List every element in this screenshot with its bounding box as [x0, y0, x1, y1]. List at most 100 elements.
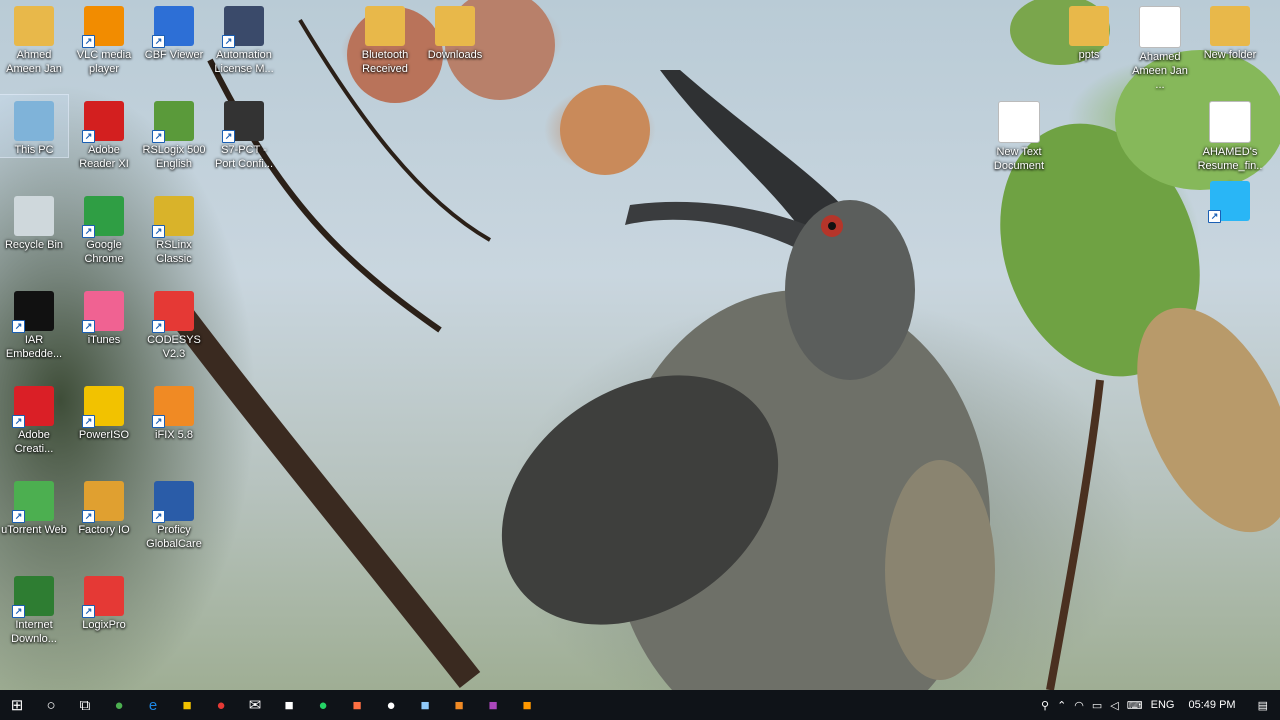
desktop-icon-factory-io[interactable]: ↗ Factory IO: [70, 475, 138, 537]
shortcut-arrow-icon: ↗: [12, 320, 25, 333]
shortcut-arrow-icon: ↗: [82, 415, 95, 428]
factory-io-icon: ↗: [82, 481, 124, 523]
bluetooth-folder-icon: [365, 6, 405, 46]
desktop-icon-cbf-viewer[interactable]: ↗ CBF Viewer: [140, 0, 208, 62]
shortcut-arrow-icon: ↗: [12, 415, 25, 428]
desktop-icon-shortcut[interactable]: ↗: [1196, 175, 1264, 223]
language-indicator[interactable]: ENG: [1147, 699, 1179, 711]
notification-icon[interactable]: ▤: [1246, 699, 1280, 712]
desktop-icon-ifix-5-8[interactable]: ↗ iFIX 5.8: [140, 380, 208, 442]
pdf-icon: [1139, 6, 1181, 48]
shortcut-arrow-icon: ↗: [152, 130, 165, 143]
taskbar-chrome-button[interactable]: ●: [204, 690, 238, 720]
desktop-icon-label: LogixPro: [82, 619, 126, 631]
taskbar-whatsapp-button[interactable]: ●: [306, 690, 340, 720]
taskbar-notepad-button[interactable]: ■: [408, 690, 442, 720]
desktop-icon-this-pc[interactable]: This PC: [0, 94, 69, 158]
proficy-icon: ↗: [152, 481, 194, 523]
desktop-icon-ahamed-s-resume-fin[interactable]: AHAMED's Resume_fin...: [1196, 95, 1264, 187]
volume-icon[interactable]: ◁: [1106, 699, 1122, 712]
desktop-icon-label: This PC: [14, 144, 54, 156]
desktop-icon-adobe-creati[interactable]: ↗ Adobe Creati...: [0, 380, 68, 456]
system-tray: ⚲ ⌃ ◠ ▭ ◁ ⌨ ENG 05:49 PM ▤: [1037, 690, 1280, 720]
desktop-icon-rslogix-500-english[interactable]: ↗ RSLogix 500 English: [140, 95, 208, 171]
wifi-icon[interactable]: ◠: [1070, 699, 1088, 712]
notepad-icon: ■: [420, 696, 430, 714]
desktop-icon-vlc-media-player[interactable]: ↗ VLC media player: [70, 0, 138, 76]
taskbar-task-view-button[interactable]: ⧉: [68, 690, 102, 720]
desktop-icon-label: iFIX 5.8: [155, 429, 193, 441]
desktop-icon-codesys-v2-3[interactable]: ↗ CODESYS V2.3: [140, 285, 208, 361]
desktop-icon-label: PowerISO: [78, 429, 130, 441]
desktop-icon-label: Bluetooth Received: [361, 49, 409, 75]
taskbar-mail-button[interactable]: ✉: [238, 690, 272, 720]
taskbar-store-button[interactable]: ■: [272, 690, 306, 720]
shortcut-arrow-icon: ↗: [82, 35, 95, 48]
desktop-icon-s7-pct-port-confi[interactable]: ↗ S7-PCT - Port Confi...: [210, 95, 278, 171]
taskbar-ifix-button[interactable]: ■: [442, 690, 476, 720]
shortcut-arrow-icon: ↗: [222, 35, 235, 48]
downloads-folder-icon: [435, 6, 475, 46]
desktop-icon-label: iTunes: [87, 334, 121, 346]
shortcut-arrow-icon: ↗: [152, 35, 165, 48]
chevron-up-icon[interactable]: ⌃: [1053, 699, 1070, 712]
desktop-icon-new-folder[interactable]: New folder: [1196, 0, 1264, 62]
desktop-icon-downloads[interactable]: Downloads: [421, 0, 489, 62]
desktop-icon-new-text-document[interactable]: New Text Document: [985, 95, 1053, 173]
desktop-icon-ppts[interactable]: ppts: [1055, 0, 1123, 62]
desktop-icon-itunes[interactable]: ↗ iTunes: [70, 285, 138, 347]
desktop-icon-recycle-bin[interactable]: Recycle Bin: [0, 190, 68, 252]
app-shortcut-icon: ↗: [1208, 181, 1250, 223]
iar-icon: ↗: [12, 291, 54, 333]
taskbar-search-button[interactable]: ○: [34, 690, 68, 720]
desktop-icon-internet-downlo[interactable]: ↗ Internet Downlo...: [0, 570, 68, 646]
rslogix-icon: ↗: [152, 101, 194, 143]
desktop[interactable]: Ahmed Ameen Jan ↗ VLC media player ↗ CBF Vie…: [0, 0, 1280, 690]
computer-icon: [14, 101, 54, 141]
start-icon: ⊞: [10, 697, 24, 714]
desktop-icon-label: CODESYS V2.3: [147, 334, 201, 360]
desktop-icon-label: New folder: [1203, 49, 1257, 61]
desktop-icon-iar-embedde[interactable]: ↗ IAR Embedde...: [0, 285, 68, 361]
desktop-icon-utorrent-web[interactable]: ↗ uTorrent Web: [0, 475, 68, 537]
desktop-icon-label: CBF Viewer: [144, 49, 204, 61]
desktop-icon-proficy-globalcare[interactable]: ↗ Proficy GlobalCare: [140, 475, 208, 551]
desktop-icon-google-chrome[interactable]: ↗ Google Chrome: [70, 190, 138, 266]
shortcut-arrow-icon: ↗: [152, 320, 165, 333]
app-orange-icon: ■: [352, 696, 362, 714]
shortcut-arrow-icon: ↗: [1208, 210, 1221, 223]
taskbar-app-orange-button[interactable]: ■: [340, 690, 374, 720]
desktop-icon-adobe-reader-xi[interactable]: ↗ Adobe Reader XI: [70, 95, 138, 171]
desktop-icon-logixpro[interactable]: ↗ LogixPro: [70, 570, 138, 632]
taskbar-edge-button[interactable]: e: [136, 690, 170, 720]
people-icon[interactable]: ⚲: [1037, 699, 1053, 712]
desktop-icon-label: VLC media player: [76, 49, 132, 75]
taskbar-app-multicolor-button[interactable]: ■: [476, 690, 510, 720]
clock[interactable]: 05:49 PM: [1179, 699, 1246, 711]
taskbar-app-globe-button[interactable]: ●: [102, 690, 136, 720]
desktop-icon-label: Automation License M...: [214, 49, 274, 75]
taskbar-start-button[interactable]: ⊞: [0, 690, 34, 720]
shortcut-arrow-icon: ↗: [152, 510, 165, 523]
keyboard-icon[interactable]: ⌨: [1123, 699, 1147, 712]
taskbar-file-explorer-button[interactable]: ■: [170, 690, 204, 720]
shortcut-arrow-icon: ↗: [12, 510, 25, 523]
taskbar-maps-button[interactable]: ●: [374, 690, 408, 720]
desktop-icon-rslinx-classic[interactable]: ↗ RSLinx Classic: [140, 190, 208, 266]
shortcut-arrow-icon: ↗: [82, 225, 95, 238]
desktop-icon-poweriso[interactable]: ↗ PowerISO: [70, 380, 138, 442]
ifix-icon: ↗: [152, 386, 194, 428]
desktop-icon-ahamed-ameen-jan[interactable]: Ahamed Ameen Jan ...: [1126, 0, 1194, 92]
desktop-icon-automation-license-m[interactable]: ↗ Automation License M...: [210, 0, 278, 76]
desktop-icon-label: Downloads: [427, 49, 483, 61]
desktop-icon-ahmed-ameen-jan[interactable]: Ahmed Ameen Jan: [0, 0, 68, 76]
desktop-icon-label: New Text Document: [993, 146, 1045, 172]
battery-icon[interactable]: ▭: [1088, 699, 1106, 712]
taskbar-app-orange-2-button[interactable]: ■: [510, 690, 544, 720]
chrome-icon: ↗: [82, 196, 124, 238]
desktop-icon-bluetooth-received[interactable]: Bluetooth Received: [351, 0, 419, 76]
whatsapp-icon: ●: [318, 696, 328, 714]
desktop-icon-label: ppts: [1078, 49, 1100, 61]
app-globe-icon: ●: [114, 696, 124, 714]
shortcut-arrow-icon: ↗: [82, 130, 95, 143]
